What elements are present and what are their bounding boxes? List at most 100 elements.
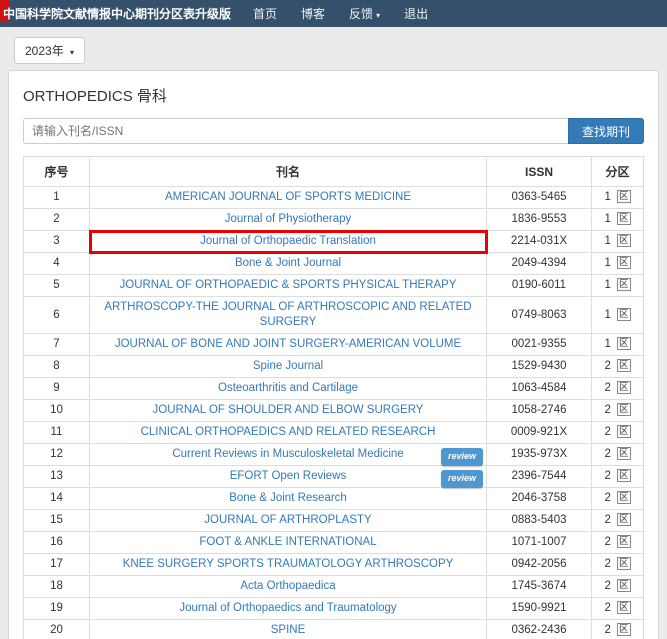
division-cell: 2 区 [592, 422, 644, 444]
division-qu-icon: 区 [617, 557, 631, 570]
table-row: 16FOOT & ANKLE INTERNATIONAL1071-10072 区 [24, 532, 644, 554]
header-num: 序号 [24, 157, 90, 187]
table-row: 3Journal of Orthopaedic Translation2214-… [24, 231, 644, 253]
journal-link[interactable]: Acta Orthopaedica [240, 580, 335, 592]
year-selector-label: 2023年 [25, 44, 64, 58]
issn-cell: 1745-3674 [487, 576, 592, 598]
header-division: 分区 [592, 157, 644, 187]
journal-link[interactable]: Bone & Joint Research [229, 492, 347, 504]
row-index: 18 [24, 576, 90, 598]
table-row: 2Journal of Physiotherapy1836-95531 区 [24, 209, 644, 231]
journal-link[interactable]: JOURNAL OF ORTHOPAEDIC & SPORTS PHYSICAL… [120, 279, 457, 291]
journal-link[interactable]: JOURNAL OF SHOULDER AND ELBOW SURGERY [153, 404, 424, 416]
table-row: 6ARTHROSCOPY-THE JOURNAL OF ARTHROSCOPIC… [24, 297, 644, 334]
journal-link[interactable]: FOOT & ANKLE INTERNATIONAL [199, 536, 376, 548]
search-button[interactable]: 查找期刊 [568, 118, 644, 144]
year-selector-button[interactable]: 2023年 ▾ [14, 37, 85, 64]
division-cell: 1 区 [592, 187, 644, 209]
journal-link[interactable]: KNEE SURGERY SPORTS TRAUMATOLOGY ARTHROS… [123, 558, 454, 570]
table-row: 20 SPINE 0362-24362 区 [24, 620, 644, 639]
division-cell: 2 区 [592, 576, 644, 598]
division-qu-icon: 区 [617, 256, 631, 269]
table-row: 14Bone & Joint Research2046-37582 区 [24, 488, 644, 510]
review-badge: review [441, 470, 483, 488]
issn-cell: 1529-9430 [487, 356, 592, 378]
division-qu-icon: 区 [617, 447, 631, 460]
journal-name-cell: Current Reviews in Musculoskeletal Medic… [90, 444, 487, 466]
journal-link[interactable]: ARTHROSCOPY-THE JOURNAL OF ARTHROSCOPIC … [104, 301, 471, 328]
journal-name-cell: Spine Journal [90, 356, 487, 378]
issn-cell: 1836-9553 [487, 209, 592, 231]
journal-link[interactable]: Bone & Joint Journal [235, 257, 341, 269]
journal-link[interactable]: JOURNAL OF ARTHROPLASTY [204, 514, 371, 526]
page-title: ORTHOPEDICS 骨科 [23, 85, 644, 106]
row-index: 11 [24, 422, 90, 444]
journal-link[interactable]: AMERICAN JOURNAL OF SPORTS MEDICINE [165, 191, 411, 203]
journal-link[interactable]: Current Reviews in Musculoskeletal Medic… [172, 448, 403, 460]
table-row: 11 CLINICAL ORTHOPAEDICS AND RELATED RESE… [24, 422, 644, 444]
division-qu-icon: 区 [617, 308, 631, 321]
row-index: 19 [24, 598, 90, 620]
journal-link[interactable]: Spine Journal [253, 360, 323, 372]
row-index: 14 [24, 488, 90, 510]
journal-name-cell: SPINE [90, 620, 487, 639]
division-qu-icon: 区 [617, 403, 631, 416]
issn-cell: 1935-973X [487, 444, 592, 466]
division-cell: 1 区 [592, 297, 644, 334]
journal-link[interactable]: JOURNAL OF BONE AND JOINT SURGERY-AMERIC… [115, 338, 461, 350]
table-row: 1AMERICAN JOURNAL OF SPORTS MEDICINE0363… [24, 187, 644, 209]
division-cell: 2 区 [592, 400, 644, 422]
issn-cell: 0942-2056 [487, 554, 592, 576]
brand-title[interactable]: 中国科学院文献情报中心期刊分区表升级版 [3, 5, 231, 22]
row-index: 5 [24, 275, 90, 297]
journal-link[interactable]: Journal of Orthopaedic Translation [200, 235, 376, 247]
journal-link[interactable]: Osteoarthritis and Cartilage [218, 382, 358, 394]
journal-name-cell-highlighted: Journal of Orthopaedic Translation [90, 231, 487, 253]
division-cell: 2 区 [592, 488, 644, 510]
row-index: 12 [24, 444, 90, 466]
division-qu-icon: 区 [617, 337, 631, 350]
year-selector-row: 2023年 ▾ [0, 27, 667, 70]
row-index: 20 [24, 620, 90, 639]
nav-blog[interactable]: 博客 [289, 5, 337, 22]
nav-logout[interactable]: 退出 [392, 5, 440, 22]
division-qu-icon: 区 [617, 212, 631, 225]
row-index: 15 [24, 510, 90, 532]
nav-home[interactable]: 首页 [241, 5, 289, 22]
journal-table: 序号 刊名 ISSN 分区 1AMERICAN JOURNAL OF SPORT… [23, 156, 644, 639]
journal-link[interactable]: EFORT Open Reviews [230, 470, 347, 482]
division-cell: 2 区 [592, 620, 644, 639]
division-cell: 2 区 [592, 510, 644, 532]
issn-cell: 0749-8063 [487, 297, 592, 334]
journal-search-group: 查找期刊 [23, 118, 644, 144]
journal-name-cell: KNEE SURGERY SPORTS TRAUMATOLOGY ARTHROS… [90, 554, 487, 576]
issn-cell: 1058-2746 [487, 400, 592, 422]
journal-link[interactable]: Journal of Orthopaedics and Traumatology [179, 602, 396, 614]
division-cell: 1 区 [592, 253, 644, 275]
table-row: 7JOURNAL OF BONE AND JOINT SURGERY-AMERI… [24, 334, 644, 356]
division-qu-icon: 区 [617, 601, 631, 614]
issn-cell: 1590-9921 [487, 598, 592, 620]
row-index: 9 [24, 378, 90, 400]
journal-link[interactable]: CLINICAL ORTHOPAEDICS AND RELATED RESEAR… [141, 426, 436, 438]
top-navbar: 中国科学院文献情报中心期刊分区表升级版 首页 博客 反馈▾ 退出 [0, 0, 667, 27]
division-cell: 2 区 [592, 598, 644, 620]
division-cell: 2 区 [592, 554, 644, 576]
chevron-down-icon: ▾ [70, 48, 74, 57]
journal-link[interactable]: Journal of Physiotherapy [225, 213, 352, 225]
journal-name-cell: JOURNAL OF ARTHROPLASTY [90, 510, 487, 532]
row-index: 8 [24, 356, 90, 378]
journal-link[interactable]: SPINE [271, 624, 306, 636]
division-cell: 1 区 [592, 275, 644, 297]
journal-table-body: 1AMERICAN JOURNAL OF SPORTS MEDICINE0363… [24, 187, 644, 639]
nav-feedback[interactable]: 反馈▾ [337, 5, 392, 22]
search-input[interactable] [23, 118, 568, 144]
journal-table-head: 序号 刊名 ISSN 分区 [24, 157, 644, 187]
division-cell: 2 区 [592, 444, 644, 466]
row-index: 13 [24, 466, 90, 488]
table-row: 12 Current Reviews in Musculoskeletal Med… [24, 444, 644, 466]
journal-name-cell: CLINICAL ORTHOPAEDICS AND RELATED RESEAR… [90, 422, 487, 444]
issn-cell: 0362-2436 [487, 620, 592, 639]
division-qu-icon: 区 [617, 469, 631, 482]
table-row: 18 Acta Orthopaedica 1745-36742 区 [24, 576, 644, 598]
